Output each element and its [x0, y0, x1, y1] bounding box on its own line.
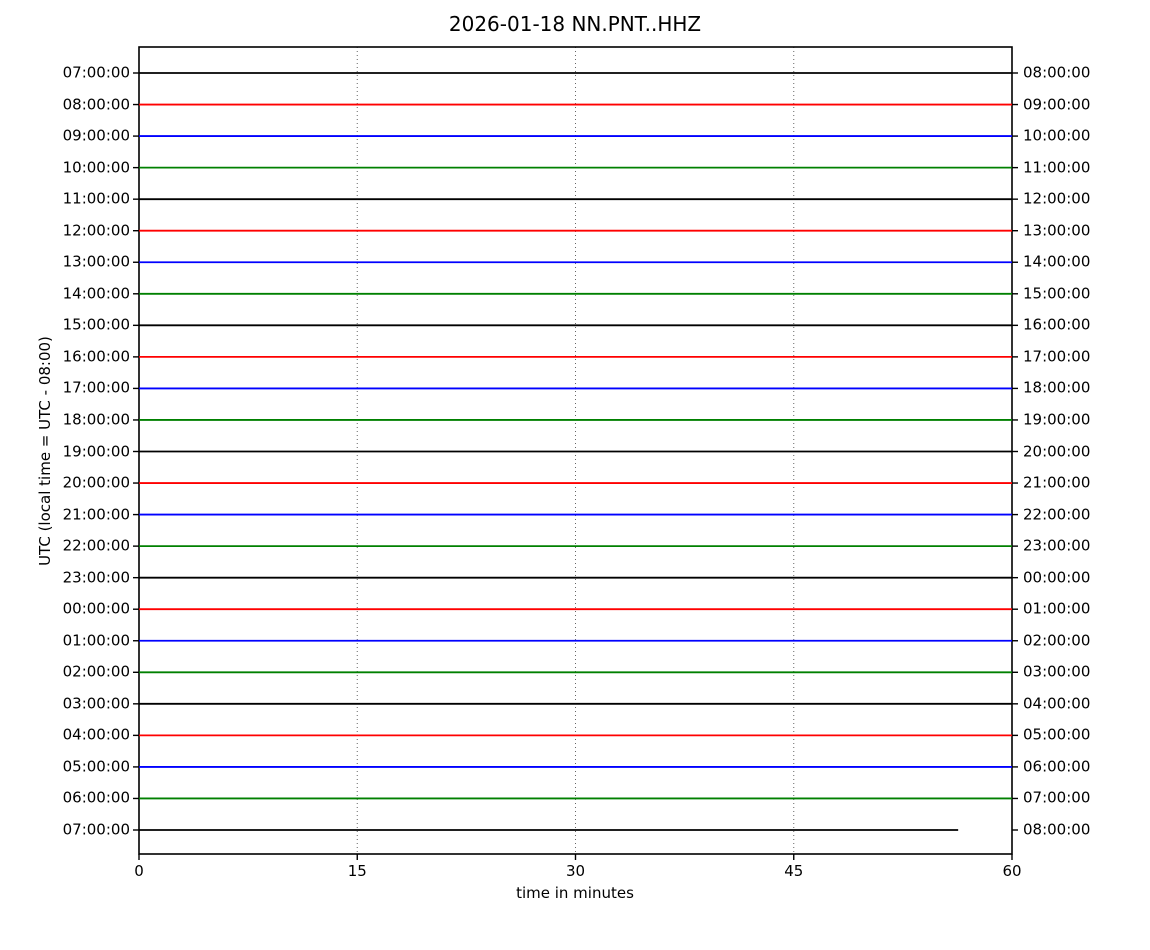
y-tick-label-local: 02:00:00 — [1023, 633, 1090, 648]
y-tick-label-utc: 11:00:00 — [63, 192, 130, 207]
y-tick-label-utc: 14:00:00 — [63, 286, 130, 301]
y-tick-label-local: 12:00:00 — [1023, 192, 1090, 207]
y-tick-label-utc: 22:00:00 — [63, 539, 130, 554]
y-tick-label-local: 10:00:00 — [1023, 129, 1090, 144]
y-tick-label-local: 20:00:00 — [1023, 444, 1090, 459]
y-tick-label-local: 06:00:00 — [1023, 759, 1090, 774]
y-tick-label-local: 01:00:00 — [1023, 602, 1090, 617]
y-tick-label-local: 05:00:00 — [1023, 728, 1090, 743]
y-tick-label-utc: 21:00:00 — [63, 507, 130, 522]
x-tick-label: 0 — [134, 864, 144, 879]
plot-canvas — [0, 0, 1150, 950]
y-tick-label-local: 00:00:00 — [1023, 570, 1090, 585]
y-tick-label-utc: 07:00:00 — [63, 66, 130, 81]
y-tick-label-utc: 19:00:00 — [63, 444, 130, 459]
y-tick-label-local: 03:00:00 — [1023, 665, 1090, 680]
y-tick-label-local: 19:00:00 — [1023, 412, 1090, 427]
y-tick-label-utc: 03:00:00 — [63, 696, 130, 711]
y-tick-label-utc: 23:00:00 — [63, 570, 130, 585]
y-tick-label-local: 13:00:00 — [1023, 223, 1090, 238]
y-tick-label-local: 14:00:00 — [1023, 255, 1090, 270]
y-tick-label-local: 07:00:00 — [1023, 791, 1090, 806]
x-axis-label: time in minutes — [516, 884, 634, 902]
y-tick-label-local: 15:00:00 — [1023, 286, 1090, 301]
y-tick-label-utc: 02:00:00 — [63, 665, 130, 680]
y-tick-label-local: 21:00:00 — [1023, 476, 1090, 491]
y-tick-label-local: 17:00:00 — [1023, 349, 1090, 364]
y-tick-label-utc: 16:00:00 — [63, 349, 130, 364]
y-tick-label-utc: 17:00:00 — [63, 381, 130, 396]
y-tick-label-local: 23:00:00 — [1023, 539, 1090, 554]
y-tick-label-local: 16:00:00 — [1023, 318, 1090, 333]
y-tick-label-utc: 00:00:00 — [63, 602, 130, 617]
y-tick-label-utc: 12:00:00 — [63, 223, 130, 238]
y-tick-label-utc: 01:00:00 — [63, 633, 130, 648]
x-tick-label: 45 — [784, 864, 803, 879]
x-tick-label: 15 — [348, 864, 367, 879]
y-tick-label-utc: 18:00:00 — [63, 412, 130, 427]
y-tick-label-utc: 05:00:00 — [63, 759, 130, 774]
y-tick-label-utc: 20:00:00 — [63, 476, 130, 491]
x-tick-label: 60 — [1002, 864, 1021, 879]
y-tick-label-local: 22:00:00 — [1023, 507, 1090, 522]
y-tick-label-local: 11:00:00 — [1023, 160, 1090, 175]
y-tick-label-local: 09:00:00 — [1023, 97, 1090, 112]
y-tick-label-utc: 06:00:00 — [63, 791, 130, 806]
y-tick-label-utc: 07:00:00 — [63, 823, 130, 838]
y-tick-label-local: 18:00:00 — [1023, 381, 1090, 396]
y-tick-label-utc: 15:00:00 — [63, 318, 130, 333]
helicorder-figure: 2026-01-18 NN.PNT..HHZ UTC (local time =… — [0, 0, 1150, 950]
y-tick-label-utc: 09:00:00 — [63, 129, 130, 144]
y-tick-label-local: 08:00:00 — [1023, 66, 1090, 81]
y-tick-label-utc: 13:00:00 — [63, 255, 130, 270]
y-tick-label-local: 08:00:00 — [1023, 823, 1090, 838]
x-tick-label: 30 — [566, 864, 585, 879]
y-tick-label-utc: 08:00:00 — [63, 97, 130, 112]
y-tick-label-local: 04:00:00 — [1023, 696, 1090, 711]
y-tick-label-utc: 04:00:00 — [63, 728, 130, 743]
y-tick-label-utc: 10:00:00 — [63, 160, 130, 175]
